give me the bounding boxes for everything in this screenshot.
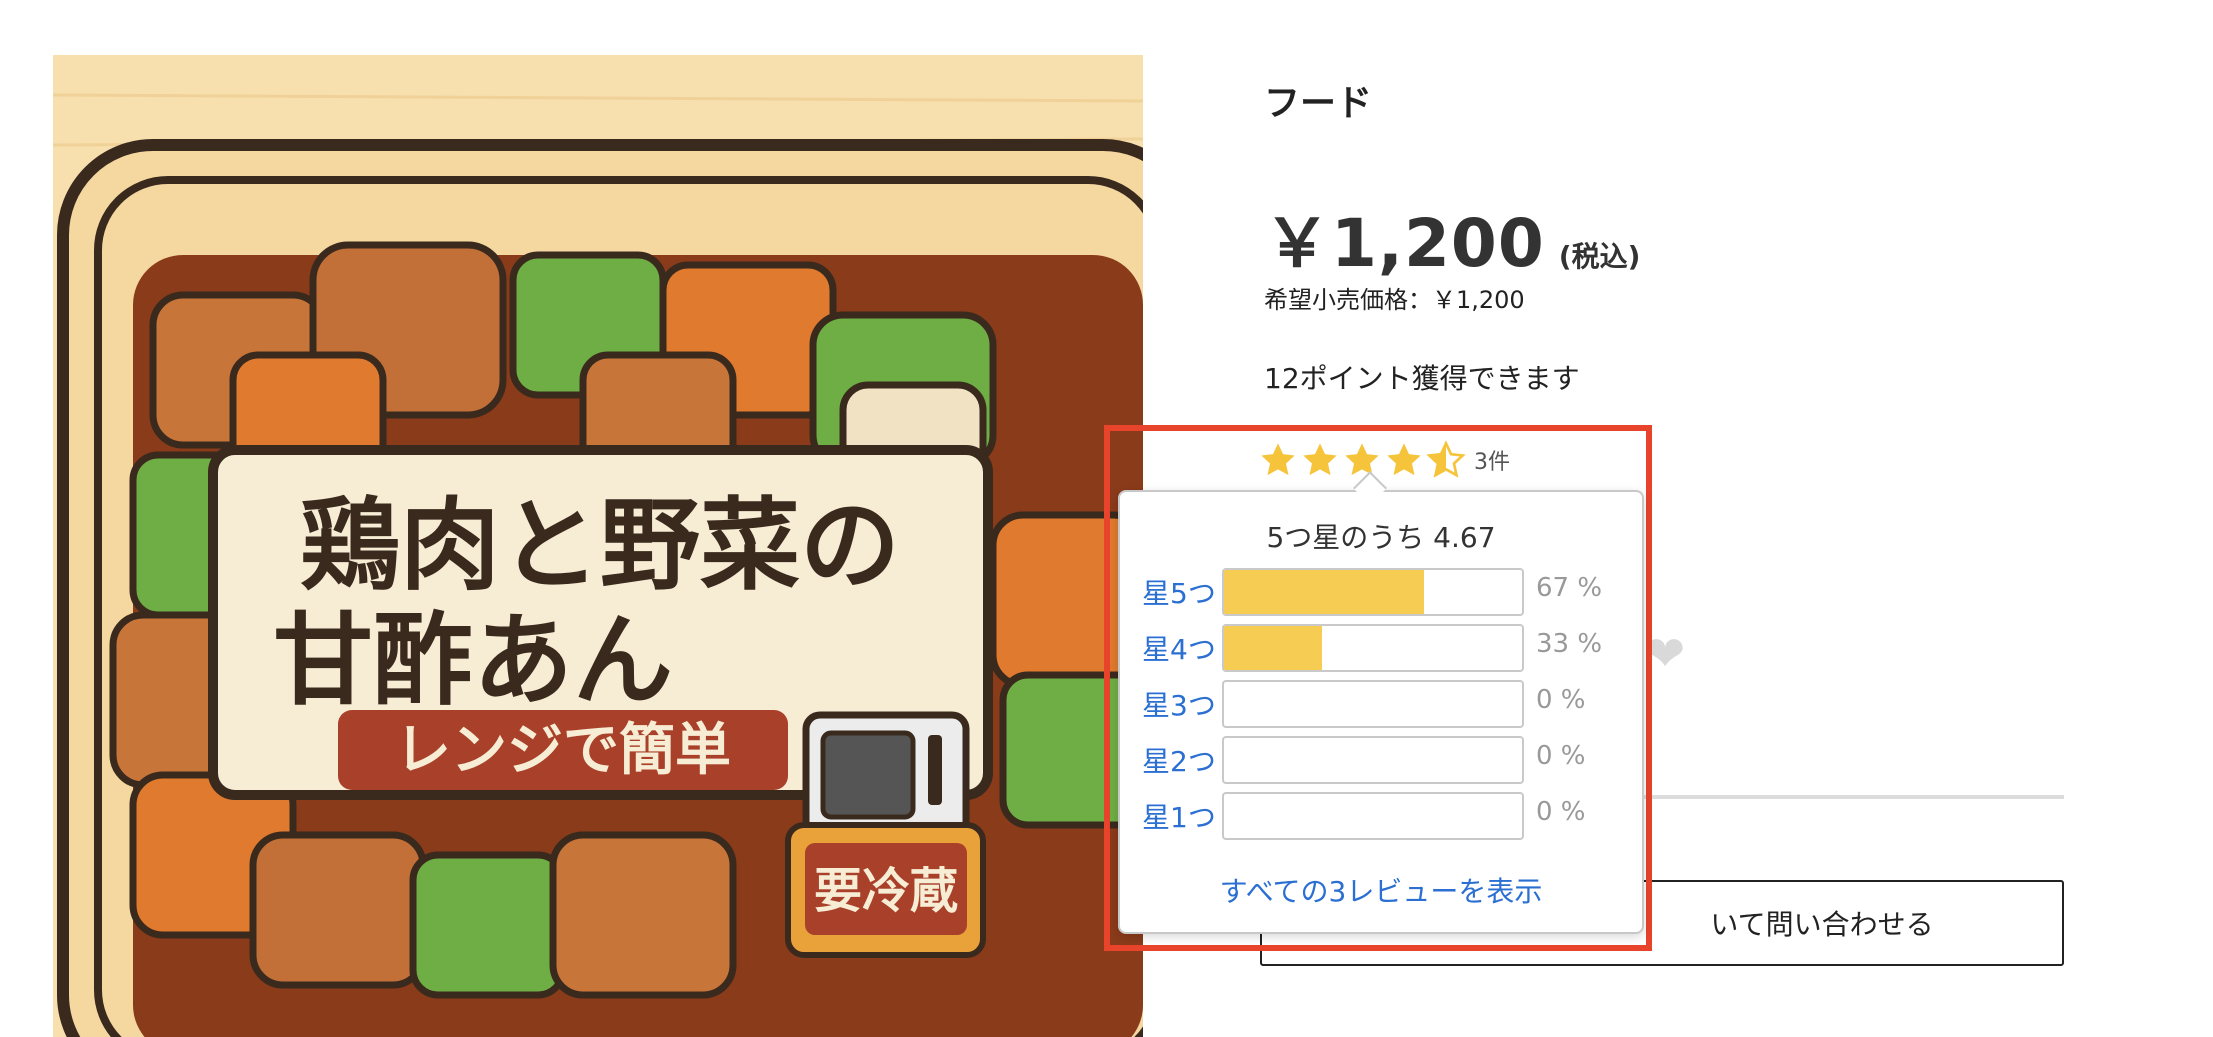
product-category: フード [1264,83,1373,124]
histogram-label[interactable]: 星1つ [1142,796,1222,836]
popover-title: 5つ星のうち 4.67 [1266,521,1496,554]
refrigerated-badge: 要冷蔵 [814,863,958,919]
histogram-percent: 0 % [1536,797,1586,827]
star-full-icon [1303,443,1337,476]
review-count[interactable]: 3件 [1474,444,1510,476]
histogram-bar[interactable] [1222,680,1524,728]
histogram-bar[interactable] [1222,792,1524,840]
histogram-row-1[interactable]: 星1つ 0 % [1142,792,1586,840]
star-half-icon [1426,440,1466,478]
inquiry-button-label: いて問い合わせる [1710,908,1934,941]
histogram-row-5[interactable]: 星5つ 67 % [1142,568,1602,616]
histogram-row-2[interactable]: 星2つ 0 % [1142,736,1586,784]
image-subtitle: レンジで簡単 [395,718,731,783]
see-all-reviews-link[interactable]: すべての3レビューを表示 [1120,870,1642,910]
rating-stars[interactable]: 3件 [1258,440,1510,480]
star-full-icon [1387,443,1421,476]
histogram-bar[interactable] [1222,568,1524,616]
histogram-label[interactable]: 星4つ [1142,628,1222,668]
histogram-percent: 0 % [1536,741,1586,771]
star-full-icon [1261,443,1295,476]
histogram-bar[interactable] [1222,624,1524,672]
price-row: ￥1,200 (税込) [1264,190,1640,286]
msrp: 希望小売価格：￥1,200 [1264,286,1525,314]
microwave-icon [802,711,970,839]
histogram-row-4[interactable]: 星4つ 33 % [1142,624,1602,672]
price: ￥1,200 [1264,205,1545,282]
product-image: 鶏肉と野菜の 甘酢あん レンジで簡単 要冷蔵 [53,55,1143,1037]
histogram-row-3[interactable]: 星3つ 0 % [1142,680,1586,728]
histogram-percent: 0 % [1536,685,1586,715]
histogram-percent: 33 % [1536,629,1603,659]
favorite-heart-icon[interactable]: ❤ [1645,630,1693,678]
histogram-label[interactable]: 星2つ [1142,740,1222,780]
histogram-fill [1224,626,1323,670]
points-info: 12ポイント獲得できます [1264,362,1580,395]
tax-note: (税込) [1558,240,1641,273]
star-full-icon [1345,443,1379,476]
histogram-label[interactable]: 星3つ [1142,684,1222,724]
image-title-line2: 甘酢あん [273,602,673,719]
histogram-fill [1224,570,1424,614]
histogram-label[interactable]: 星5つ [1142,572,1222,612]
histogram-bar[interactable] [1222,736,1524,784]
rating-popover: 5つ星のうち 4.67 星5つ 67 % 星4つ 33 % 星3つ 0 % 星2… [1118,490,1644,934]
image-title-line1: 鶏肉と野菜の [300,487,900,604]
histogram-percent: 67 % [1536,573,1603,603]
